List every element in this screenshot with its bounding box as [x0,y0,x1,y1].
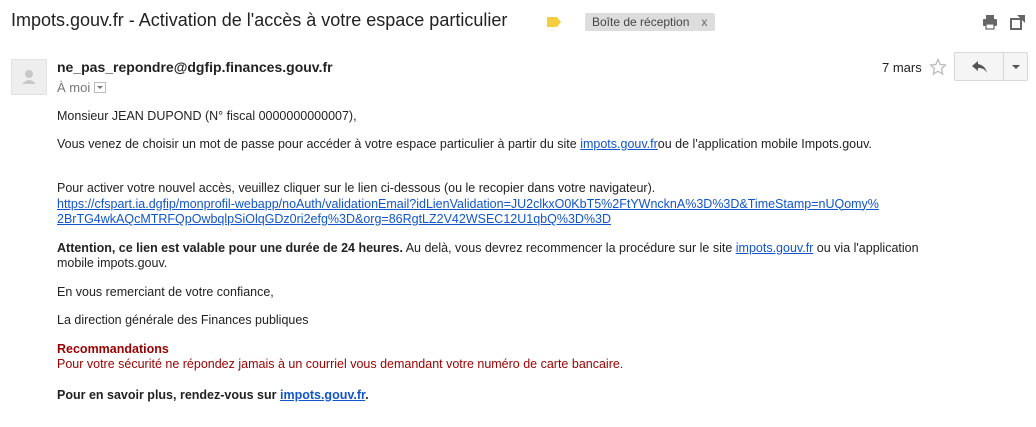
sender-address[interactable]: ne_pas_repondre@dgfip.finances.gouv.fr [57,59,333,75]
label-tag-icon[interactable] [546,16,562,28]
message-date[interactable]: 7 mars [882,60,922,75]
reply-icon [972,61,987,73]
activation-link[interactable]: https://cfspart.ia.dgfip/monprofil-webap… [57,197,879,227]
message-body: Monsieur JEAN DUPOND (N° fiscal 00000000… [57,105,1017,403]
recipient-text: À moi [57,80,91,95]
thanks-line: En vous remerciant de votre confiance, [57,284,274,299]
print-icon[interactable] [982,14,998,30]
impots-link-3[interactable]: impots.gouv.fr [280,388,365,402]
recommendations-title: Recommandations [57,341,169,356]
p1-end-text: ou de l'application mobile Impots.gouv. [657,136,872,151]
remove-label-icon[interactable]: x [701,15,707,29]
activate-instructions: Pour activer votre nouvel accès, veuille… [57,181,656,195]
paragraph-warning: Attention, ce lien est valable pour une … [57,241,1017,272]
p3-end-text: ou via l'application [813,240,919,255]
more-actions-button[interactable] [1003,52,1028,81]
avatar-icon [22,70,36,84]
new-window-icon[interactable] [1010,14,1026,30]
p3-line2-text: mobile impots.gouv. [57,256,168,270]
inbox-label[interactable]: Boîte de réception x [585,13,716,31]
paragraph-activate: Pour activer votre nouvel accès, veuille… [57,181,1017,228]
impots-link-2[interactable]: impots.gouv.fr [736,241,814,255]
recipient-line: À moi [57,80,107,95]
paragraph-choice: Vous venez de choisir un mot de passe po… [57,137,1017,153]
email-subject: Impots.gouv.fr - Activation de l'accès à… [11,10,508,30]
final-period: . [365,387,369,402]
inbox-label-text: Boîte de réception [592,15,690,29]
p3-mid-text: Au delà, vous devrez recommencer la proc… [402,240,736,255]
p1-text: Vous venez de choisir un mot de passe po… [57,136,581,151]
final-line: Pour en savoir plus, rendez-vous sur imp… [57,388,1017,404]
signature: La direction générale des Finances publi… [57,313,309,327]
greeting: Monsieur JEAN DUPOND (N° fiscal 00000000… [57,109,357,123]
validity-warning: Attention, ce lien est valable pour une … [57,240,403,255]
subject-bar: Impots.gouv.fr - Activation de l'accès à… [0,0,1036,44]
activation-link-line2: 2BrTG4wkAQcMTRFQpOwbqlpSiOlqGDz0ri2efg%3… [57,212,612,226]
activation-link-line1: https://cfspart.ia.dgfip/monprofil-webap… [57,196,879,211]
avatar [11,59,47,95]
recommendations: Recommandations Pour votre sécurité ne r… [57,342,1017,373]
impots-link[interactable]: impots.gouv.fr [580,137,658,151]
reply-button[interactable] [954,52,1004,81]
show-details-icon[interactable] [94,82,107,94]
recommendations-text: Pour votre sécurité ne répondez jamais à… [57,357,624,371]
final-text: Pour en savoir plus, rendez-vous sur [57,387,280,402]
star-icon[interactable] [929,58,947,76]
